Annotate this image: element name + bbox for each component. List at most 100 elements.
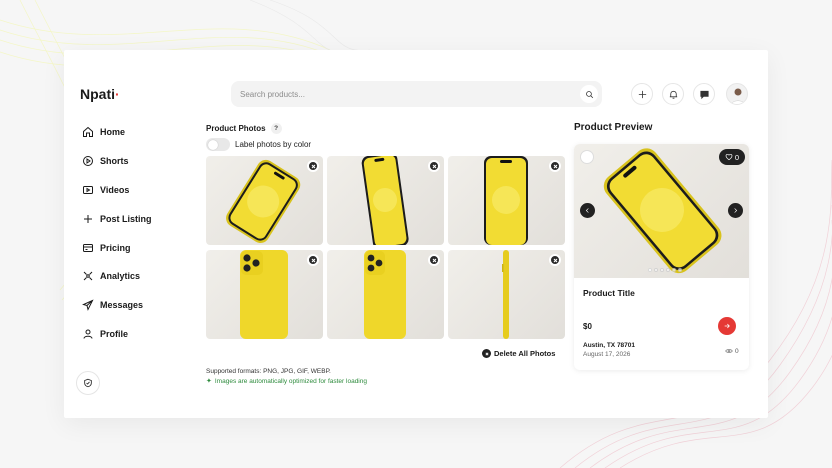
brand-name: Npati [80, 86, 115, 102]
product-date: August 17, 2026 [583, 351, 631, 358]
remove-photo-button[interactable] [428, 254, 440, 266]
avatar-image [731, 88, 745, 104]
product-title: Product Title [583, 288, 635, 298]
search-icon [585, 90, 593, 98]
sidebar-item-label: Profile [100, 328, 129, 339]
close-icon [311, 164, 315, 168]
photo-tile[interactable] [206, 156, 323, 245]
preview-title: Product Preview [574, 122, 653, 133]
phone-photo [226, 159, 301, 244]
carousel-dot[interactable] [672, 268, 676, 272]
home-icon [83, 127, 93, 138]
view-product-button[interactable] [718, 317, 736, 335]
remove-photo-button[interactable] [307, 160, 319, 172]
sidebar-nav: Home Shorts Videos Post Listing Pricing … [82, 118, 152, 348]
credit-card-icon [83, 243, 93, 252]
photo-tile[interactable] [327, 156, 444, 245]
eye-icon [725, 349, 733, 353]
search-bar[interactable]: Search products... [231, 81, 602, 107]
carousel-dot[interactable] [654, 268, 658, 272]
sparkle-icon: ✦ [206, 378, 212, 385]
carousel-dots[interactable] [648, 268, 684, 272]
brand-logo[interactable]: Npati· [80, 86, 120, 102]
preview-card[interactable]: 0 Product Title $0 Austin, TX 78701 Augu… [574, 144, 749, 370]
sidebar-item-analytics[interactable]: Analytics [82, 262, 152, 291]
help-icon[interactable]: ? [270, 123, 282, 134]
remove-photo-button[interactable] [549, 160, 561, 172]
phone-back-photo [240, 250, 288, 339]
search-input[interactable]: Search products... [240, 90, 305, 99]
analytics-icon [83, 272, 93, 281]
sidebar-item-home[interactable]: Home [82, 118, 152, 147]
delete-all-label: Delete All Photos [494, 349, 556, 358]
carousel-dot[interactable] [660, 268, 664, 272]
sidebar-item-pricing[interactable]: Pricing [82, 233, 152, 262]
view-count: 0 [725, 347, 739, 355]
sidebar-item-label: Post Listing [100, 213, 152, 224]
plus-icon [638, 90, 646, 98]
heart-icon [725, 153, 733, 161]
close-icon [432, 164, 436, 168]
product-photos-heading: Product Photos ? [206, 123, 282, 134]
user-avatar[interactable] [726, 83, 748, 105]
close-icon [553, 164, 557, 168]
previous-image-button[interactable] [580, 203, 595, 218]
toggle-label: Label photos by color [235, 140, 312, 149]
plus-icon [84, 214, 92, 223]
security-button[interactable] [76, 371, 100, 395]
chat-bubble-icon [699, 90, 709, 99]
brand-dot: · [115, 86, 120, 102]
product-location: Austin, TX 78701 [583, 342, 636, 349]
sidebar-item-label: Home [100, 127, 126, 138]
carousel-dot[interactable] [648, 268, 652, 272]
seller-avatar[interactable] [580, 150, 594, 164]
delete-all-photos-button[interactable]: Delete All Photos [482, 349, 555, 358]
carousel-dot[interactable] [678, 268, 682, 272]
messages-button[interactable] [693, 83, 715, 105]
arrow-right-icon [724, 323, 730, 329]
add-button[interactable] [631, 83, 653, 105]
sidebar-item-post-listing[interactable]: Post Listing [82, 204, 152, 233]
sidebar-item-label: Analytics [100, 271, 141, 282]
app-window: Npati· Home Shorts Videos Post Listing P… [64, 50, 768, 418]
chevron-right-icon [734, 208, 738, 213]
carousel-dot[interactable] [666, 268, 670, 272]
close-icon [553, 258, 557, 262]
chevron-left-icon [585, 208, 589, 213]
sidebar-item-label: Messages [100, 300, 144, 311]
phone-photo [361, 156, 409, 245]
play-circle-icon [83, 156, 93, 167]
remove-photo-button[interactable] [549, 254, 561, 266]
photo-grid [206, 156, 565, 339]
section-title: Product Photos [206, 124, 266, 133]
phone-photo [484, 156, 528, 245]
sidebar-item-shorts[interactable]: Shorts [82, 147, 152, 176]
next-image-button[interactable] [728, 203, 743, 218]
photo-tile[interactable] [448, 250, 565, 339]
like-button[interactable]: 0 [718, 149, 745, 165]
send-icon [82, 299, 94, 312]
video-icon [83, 185, 93, 194]
sidebar-item-label: Pricing [100, 242, 131, 253]
phone-back-photo [364, 250, 406, 339]
notifications-button[interactable] [662, 83, 684, 105]
label-by-color-toggle[interactable] [206, 138, 230, 151]
sidebar-item-messages[interactable]: Messages [82, 291, 152, 320]
sidebar-item-videos[interactable]: Videos [82, 176, 152, 205]
preview-image[interactable]: 0 [574, 144, 749, 278]
sidebar-item-profile[interactable]: Profile [82, 320, 152, 349]
label-by-color-row: Label photos by color [206, 138, 311, 151]
photo-tile[interactable] [327, 250, 444, 339]
phone-side-photo [502, 250, 509, 339]
user-icon [83, 329, 93, 339]
bell-icon [669, 90, 677, 99]
photo-tile[interactable] [206, 250, 323, 339]
supported-formats-text: Supported formats: PNG, JPG, GIF, WEBP. [206, 368, 331, 375]
search-button[interactable] [580, 85, 598, 103]
close-icon [432, 258, 436, 262]
shield-check-icon [84, 378, 92, 388]
photo-tile[interactable] [448, 156, 565, 245]
remove-photo-button[interactable] [307, 254, 319, 266]
close-circle-icon [482, 349, 491, 358]
remove-photo-button[interactable] [428, 160, 440, 172]
